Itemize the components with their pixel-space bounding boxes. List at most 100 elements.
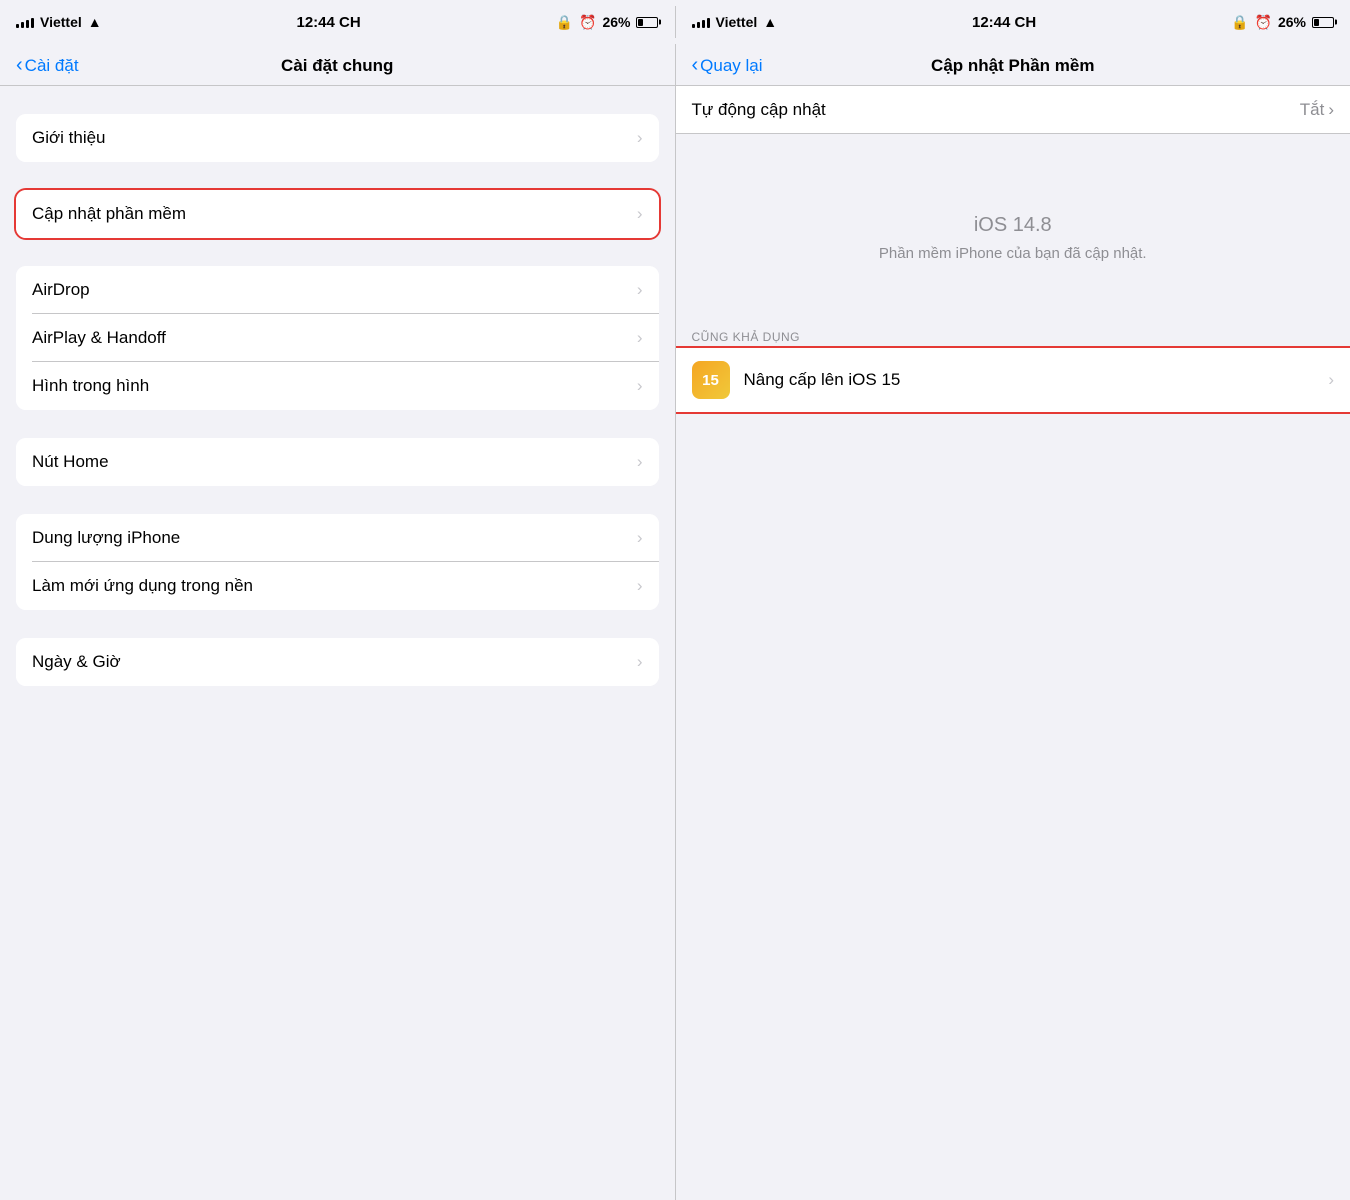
left-settings-content: Giới thiệu › Cập nhật phần mềm › bbox=[0, 86, 675, 1200]
settings-row-airdrop[interactable]: AirDrop › bbox=[16, 266, 659, 314]
right-back-label: Quay lại bbox=[700, 56, 762, 76]
lam-moi-chevron-icon: › bbox=[637, 576, 643, 596]
left-nav-header: ‹ Cài đặt Cài đặt chung bbox=[0, 44, 675, 86]
also-available-section: CŨNG KHẢ DỤNG 15 Nâng cấp lên iOS 15 › bbox=[676, 322, 1350, 412]
lam-moi-right: › bbox=[637, 576, 643, 596]
settings-row-lam-moi[interactable]: Làm mới ứng dụng trong nền › bbox=[16, 562, 659, 610]
left-nav-title: Cài đặt chung bbox=[281, 56, 393, 76]
gioi-thieu-right: › bbox=[637, 128, 643, 148]
upgrade-row-left: 15 Nâng cấp lên iOS 15 bbox=[692, 361, 901, 399]
gioi-thieu-label: Giới thiệu bbox=[32, 128, 106, 148]
left-status-bar: Viettel ▲ 12:44 CH 🔒 ⏰ 26% bbox=[0, 0, 675, 44]
also-available-header: CŨNG KHẢ DỤNG bbox=[676, 322, 1350, 348]
status-bar: Viettel ▲ 12:44 CH 🔒 ⏰ 26% Viettel ▲ 12:… bbox=[0, 0, 1350, 44]
settings-row-hinh[interactable]: Hình trong hình › bbox=[16, 362, 659, 410]
dung-luong-chevron-icon: › bbox=[637, 528, 643, 548]
dung-luong-label: Dung lượng iPhone bbox=[32, 528, 180, 548]
settings-section-update: Cập nhật phần mềm › bbox=[0, 190, 675, 238]
left-carrier: Viettel bbox=[40, 14, 82, 30]
right-status-right: 🔒 ⏰ 26% bbox=[1231, 14, 1334, 31]
airdrop-label: AirDrop bbox=[32, 280, 90, 300]
right-signal-icon bbox=[692, 16, 710, 28]
airdrop-right: › bbox=[637, 280, 643, 300]
hinh-label: Hình trong hình bbox=[32, 376, 149, 396]
left-signal-icon bbox=[16, 16, 34, 28]
upgrade-row[interactable]: 15 Nâng cấp lên iOS 15 › bbox=[676, 348, 1350, 412]
ngay-gio-chevron-icon: › bbox=[637, 652, 643, 672]
upgrade-label: Nâng cấp lên iOS 15 bbox=[744, 370, 901, 390]
auto-update-right: Tắt › bbox=[1300, 100, 1334, 120]
right-battery-pct: 26% bbox=[1278, 14, 1306, 30]
right-battery-icon bbox=[1312, 17, 1334, 28]
left-status-right: 🔒 ⏰ 26% bbox=[556, 14, 659, 31]
right-status-bar: Viettel ▲ 12:44 CH 🔒 ⏰ 26% bbox=[676, 0, 1350, 44]
settings-row-dung-luong[interactable]: Dung lượng iPhone › bbox=[16, 514, 659, 562]
right-nav-header: ‹ Quay lại Cập nhật Phần mềm bbox=[676, 44, 1350, 86]
right-settings-content: Tự động cập nhật Tắt › iOS 14.8 Phần mềm… bbox=[676, 86, 1350, 1200]
left-back-chevron-icon: ‹ bbox=[16, 54, 23, 77]
settings-row-cap-nhat[interactable]: Cập nhật phần mềm › bbox=[16, 190, 659, 238]
upgrade-chevron-icon: › bbox=[1328, 370, 1334, 390]
left-time: 12:44 CH bbox=[297, 14, 361, 31]
settings-section-datetime: Ngày & Giờ › bbox=[0, 638, 675, 686]
auto-update-row[interactable]: Tự động cập nhật Tắt › bbox=[676, 86, 1350, 134]
upgrade-group: 15 Nâng cấp lên iOS 15 › bbox=[676, 348, 1350, 412]
airplay-chevron-icon: › bbox=[637, 328, 643, 348]
auto-update-section: Tự động cập nhật Tắt › bbox=[676, 86, 1350, 134]
left-alarm-icon: ⏰ bbox=[579, 14, 596, 31]
settings-row-ngay-gio[interactable]: Ngày & Giờ › bbox=[16, 638, 659, 686]
right-back-button[interactable]: ‹ Quay lại bbox=[692, 54, 763, 77]
left-wifi-icon: ▲ bbox=[88, 14, 102, 30]
cap-nhat-chevron-icon: › bbox=[637, 204, 643, 224]
settings-group-intro: Giới thiệu › bbox=[16, 114, 659, 162]
right-alarm-icon: ⏰ bbox=[1255, 14, 1272, 31]
right-wifi-icon: ▲ bbox=[763, 14, 777, 30]
settings-row-nut-home[interactable]: Nút Home › bbox=[16, 438, 659, 486]
auto-update-label: Tự động cập nhật bbox=[692, 100, 826, 120]
hinh-right: › bbox=[637, 376, 643, 396]
left-battery-pct: 26% bbox=[602, 14, 630, 30]
settings-group-datetime: Ngày & Giờ › bbox=[16, 638, 659, 686]
settings-group-airgroup: AirDrop › AirPlay & Handoff › Hình trong… bbox=[16, 266, 659, 410]
nut-home-label: Nút Home bbox=[32, 452, 109, 472]
cap-nhat-label: Cập nhật phần mềm bbox=[32, 204, 186, 224]
right-back-chevron-icon: ‹ bbox=[692, 54, 699, 77]
settings-group-home: Nút Home › bbox=[16, 438, 659, 486]
settings-row-gioi-thieu[interactable]: Giới thiệu › bbox=[16, 114, 659, 162]
right-lock-icon: 🔒 bbox=[1231, 14, 1248, 31]
right-nav-title: Cập nhật Phần mềm bbox=[931, 56, 1094, 76]
dung-luong-right: › bbox=[637, 528, 643, 548]
left-status-left: Viettel ▲ bbox=[16, 14, 102, 30]
settings-section-intro: Giới thiệu › bbox=[0, 114, 675, 162]
hinh-chevron-icon: › bbox=[637, 376, 643, 396]
ngay-gio-right: › bbox=[637, 652, 643, 672]
ngay-gio-label: Ngày & Giờ bbox=[32, 652, 121, 672]
lam-moi-label: Làm mới ứng dụng trong nền bbox=[32, 576, 253, 596]
airplay-right: › bbox=[637, 328, 643, 348]
main-panels: ‹ Cài đặt Cài đặt chung Giới thiệu › bbox=[0, 44, 1350, 1200]
settings-row-airplay[interactable]: AirPlay & Handoff › bbox=[16, 314, 659, 362]
settings-section-storage: Dung lượng iPhone › Làm mới ứng dụng tro… bbox=[0, 514, 675, 610]
ios15-badge: 15 bbox=[692, 361, 730, 399]
settings-section-airgroup: AirDrop › AirPlay & Handoff › Hình trong… bbox=[0, 266, 675, 410]
left-battery-icon bbox=[636, 17, 658, 28]
left-back-button[interactable]: ‹ Cài đặt bbox=[16, 54, 79, 77]
nut-home-chevron-icon: › bbox=[637, 452, 643, 472]
settings-section-home: Nút Home › bbox=[0, 438, 675, 486]
left-back-label: Cài đặt bbox=[25, 56, 79, 76]
settings-group-update: Cập nhật phần mềm › bbox=[16, 190, 659, 238]
ios-info-section: iOS 14.8 Phần mềm iPhone của bạn đã cập … bbox=[676, 134, 1350, 322]
right-status-left: Viettel ▲ bbox=[692, 14, 778, 30]
left-lock-icon: 🔒 bbox=[556, 14, 573, 31]
ios-updated-label: Phần mềm iPhone của bạn đã cập nhật. bbox=[879, 245, 1147, 262]
right-panel: ‹ Quay lại Cập nhật Phần mềm Tự động cập… bbox=[676, 44, 1350, 1200]
airplay-label: AirPlay & Handoff bbox=[32, 328, 166, 348]
settings-group-storage: Dung lượng iPhone › Làm mới ứng dụng tro… bbox=[16, 514, 659, 610]
left-panel: ‹ Cài đặt Cài đặt chung Giới thiệu › bbox=[0, 44, 676, 1200]
auto-update-chevron-icon: › bbox=[1328, 100, 1334, 120]
airdrop-chevron-icon: › bbox=[637, 280, 643, 300]
nut-home-right: › bbox=[637, 452, 643, 472]
auto-update-value: Tắt bbox=[1300, 100, 1325, 120]
right-time: 12:44 CH bbox=[972, 14, 1036, 31]
cap-nhat-right: › bbox=[637, 204, 643, 224]
